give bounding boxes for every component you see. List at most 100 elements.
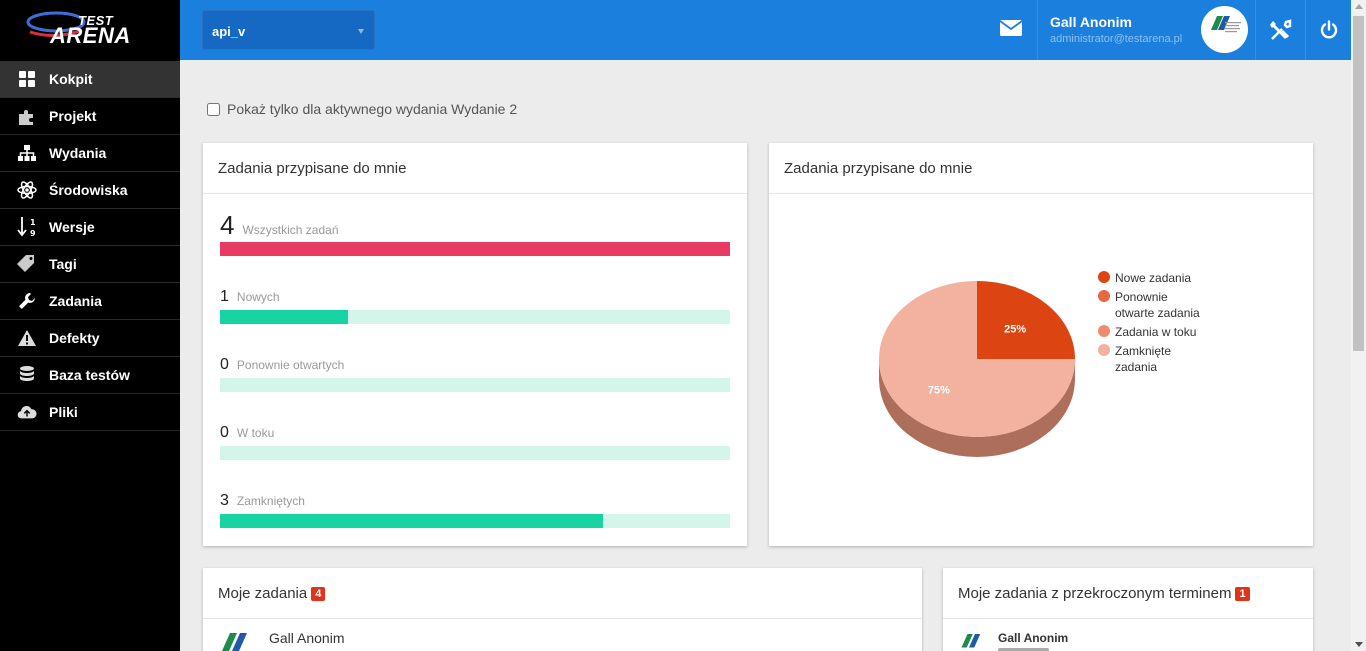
user-avatar-icon: [960, 631, 984, 651]
panel-title: Moje zadania z przekroczonym terminem 1: [943, 568, 1313, 619]
stat-in-progress: 0 W toku: [220, 424, 730, 460]
task-assignee: Gall Anonim: [269, 630, 345, 646]
sidebar-item-defekty[interactable]: Defekty: [0, 320, 180, 357]
scroll-down-icon[interactable]: [1355, 642, 1363, 647]
active-release-filter[interactable]: Pokaż tylko dla aktywnego wydania Wydani…: [207, 101, 517, 117]
stat-label: Zamkniętych: [236, 494, 305, 508]
sidebar-item-projekt[interactable]: Projekt: [0, 98, 180, 135]
logo-text-bottom: ARENA: [50, 23, 131, 48]
stat-bar: [220, 242, 730, 256]
sidebar-item-wersje[interactable]: 19 Wersje: [0, 209, 180, 246]
sidebar-item-label: Projekt: [49, 108, 97, 124]
stat-bar: [220, 446, 730, 460]
overdue-count-badge: 1: [1235, 587, 1250, 601]
sidebar-item-label: Wydania: [49, 145, 107, 161]
stat-closed: 3 Zamkniętych: [220, 492, 730, 528]
scroll-thumb[interactable]: [1353, 16, 1364, 351]
wrench-icon: [17, 291, 37, 311]
sidebar-item-label: Zadania: [49, 293, 102, 309]
sidebar-item-label: Baza testów: [49, 367, 130, 383]
stat-count: 4: [220, 210, 235, 240]
legend-item[interactable]: Zadania w toku: [1098, 324, 1208, 340]
warning-icon: [17, 328, 37, 348]
legend-item[interactable]: Nowe zadania: [1098, 270, 1208, 286]
stat-count: 0: [220, 424, 229, 441]
stat-bar-fill: [220, 514, 603, 528]
sitemap-icon: [17, 143, 37, 163]
avatar: [1201, 6, 1248, 53]
stat-bar: [220, 514, 730, 528]
page-scrollbar[interactable]: [1351, 0, 1366, 651]
assigned-tasks-stats-panel: Zadania przypisane do mnie 4 Wszystkich z…: [203, 143, 747, 546]
stat-bar: [220, 310, 730, 324]
project-select[interactable]: api_v: [202, 10, 375, 50]
project-select-value: api_v: [212, 24, 246, 39]
chevron-down-icon: [358, 29, 364, 34]
sidebar-item-label: Środowiska: [49, 182, 128, 198]
legend-label: Ponownie otwarte zadania: [1115, 290, 1200, 320]
task-count-badge: 4: [311, 587, 326, 601]
user-menu[interactable]: Gall Anonim administrator@testarena.pl: [1037, 0, 1255, 60]
top-header: api_v Gall Anonim administrator@testaren…: [180, 0, 1351, 60]
stat-label: Wszystkich zadań: [242, 223, 339, 237]
stat-new: 1 Nowych: [220, 288, 730, 324]
stat-count: 3: [220, 492, 229, 509]
chart-legend: Nowe zadania Ponownie otwarte zadania Zada…: [1098, 270, 1208, 378]
puzzle-icon: [17, 106, 37, 126]
testarena-logo[interactable]: TEST ARENA: [0, 0, 180, 61]
legend-swatch: [1098, 290, 1110, 302]
sidebar-item-baza-testow[interactable]: Baza testów: [0, 357, 180, 394]
sidebar-item-label: Pliki: [49, 404, 78, 420]
sidebar-item-label: Defekty: [49, 330, 100, 346]
stat-count: 0: [220, 356, 229, 373]
stat-count: 1: [220, 288, 229, 305]
tasks-pie-chart: 25% 75%: [879, 281, 1075, 457]
panel-title: Zadania przypisane do mnie: [203, 143, 747, 194]
stat-label: Ponownie otwartych: [236, 358, 345, 372]
legend-item[interactable]: Ponownie otwarte zadania: [1098, 289, 1208, 321]
svg-text:9: 9: [30, 229, 36, 238]
svg-text:1: 1: [30, 218, 36, 227]
legend-swatch: [1098, 271, 1110, 283]
legend-label: Zadania w toku: [1115, 325, 1197, 339]
sidebar: TEST ARENA Kokpit Projekt Wydania Środow…: [0, 0, 180, 651]
dashboard-icon: [17, 69, 37, 89]
pie-slice[interactable]: [977, 281, 1075, 359]
sidebar-item-zadania[interactable]: Zadania: [0, 283, 180, 320]
database-icon: [17, 365, 37, 385]
atom-icon: [17, 180, 37, 200]
tag-icon: [17, 254, 37, 274]
sort-numeric-icon: 19: [17, 217, 37, 238]
user-avatar-icon: [220, 630, 252, 651]
stat-label: Nowych: [236, 290, 280, 304]
legend-swatch: [1098, 325, 1110, 337]
panel-title-text: Moje zadania: [218, 585, 308, 602]
panel-title: Moje zadania 4: [203, 568, 922, 619]
cloud-upload-icon: [17, 402, 37, 422]
stat-bar-fill: [220, 310, 348, 324]
sidebar-item-label: Kokpit: [49, 71, 93, 87]
user-email: administrator@testarena.pl: [1050, 33, 1183, 45]
sidebar-item-label: Wersje: [49, 219, 95, 235]
logout-button[interactable]: [1305, 0, 1351, 60]
power-icon: [1320, 20, 1337, 39]
sidebar-item-kokpit[interactable]: Kokpit: [0, 61, 180, 98]
sidebar-item-pliki[interactable]: Pliki: [0, 394, 180, 431]
task-assignee: Gall Anonim: [998, 631, 1069, 645]
legend-item[interactable]: Zamknięte zadania: [1098, 343, 1208, 375]
active-release-label: Pokaż tylko dla aktywnego wydania Wydani…: [227, 101, 518, 117]
legend-swatch: [1098, 344, 1110, 356]
overdue-tasks-panel: Moje zadania z przekroczonym terminem 1 G…: [943, 568, 1313, 651]
active-release-checkbox[interactable]: [207, 102, 220, 116]
legend-label: Zamknięte zadania: [1115, 344, 1172, 374]
sidebar-item-srodowiska[interactable]: Środowiska: [0, 172, 180, 209]
sidebar-item-tagi[interactable]: Tagi: [0, 246, 180, 283]
stat-label: W toku: [236, 426, 275, 440]
mail-icon[interactable]: [999, 20, 1024, 40]
panel-title: Zadania przypisane do mnie: [769, 143, 1313, 194]
sidebar-item-wydania[interactable]: Wydania: [0, 135, 180, 172]
scroll-up-icon[interactable]: [1355, 4, 1363, 9]
settings-tools-button[interactable]: [1255, 0, 1305, 60]
panel-title-text: Moje zadania z przekroczonym terminem: [958, 585, 1232, 602]
sidebar-item-label: Tagi: [49, 256, 77, 272]
